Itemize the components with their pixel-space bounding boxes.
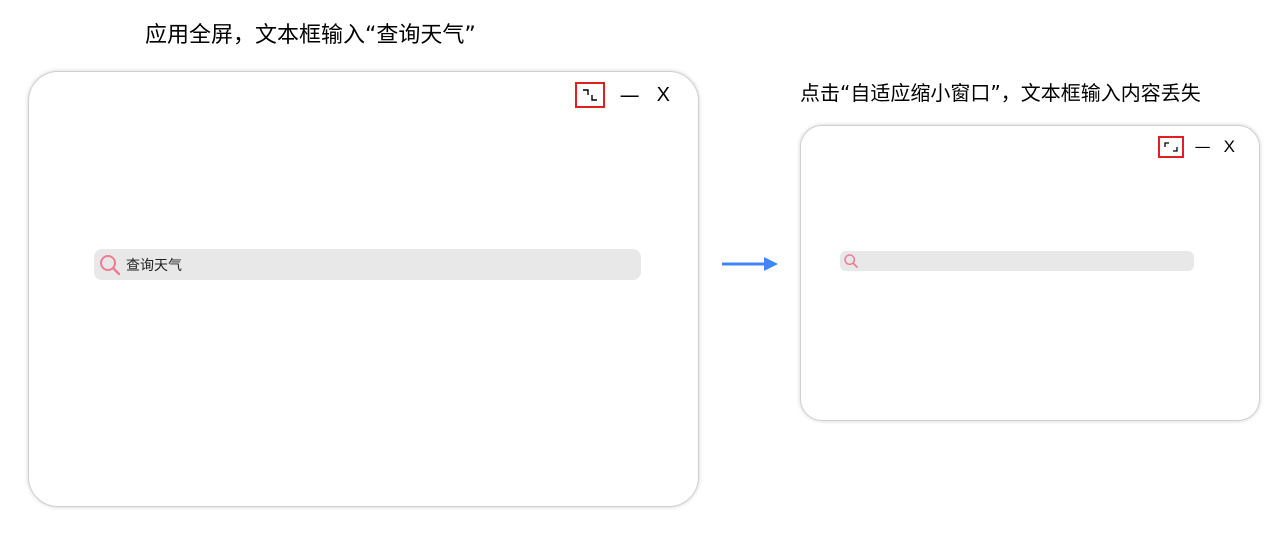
exit-fullscreen-icon: [582, 89, 597, 101]
search-input[interactable]: [862, 254, 1194, 268]
fullscreen-caption: 应用全屏，文本框输入“查询天气”: [145, 23, 476, 48]
small-window: — X: [800, 125, 1260, 421]
exit-fullscreen-button[interactable]: [574, 82, 605, 108]
search-bar: [94, 249, 641, 280]
close-button[interactable]: X: [657, 84, 670, 107]
adaptive-shrink-button[interactable]: [1157, 136, 1184, 158]
minimize-button[interactable]: —: [1194, 137, 1212, 157]
search-bar: [840, 251, 1194, 271]
window-controls: — X: [1157, 136, 1235, 158]
small-window-caption: 点击“自适应缩小窗口”，文本框输入内容丢失: [800, 81, 1201, 105]
fullscreen-window: — X: [28, 71, 699, 507]
minimize-button[interactable]: —: [619, 85, 641, 105]
close-button[interactable]: X: [1224, 137, 1235, 157]
search-input[interactable]: [126, 256, 641, 273]
search-icon: [843, 253, 859, 269]
transition-arrow-icon: [722, 257, 778, 271]
window-controls: — X: [574, 82, 670, 108]
search-icon: [98, 253, 122, 277]
enter-fullscreen-icon: [1164, 142, 1178, 152]
